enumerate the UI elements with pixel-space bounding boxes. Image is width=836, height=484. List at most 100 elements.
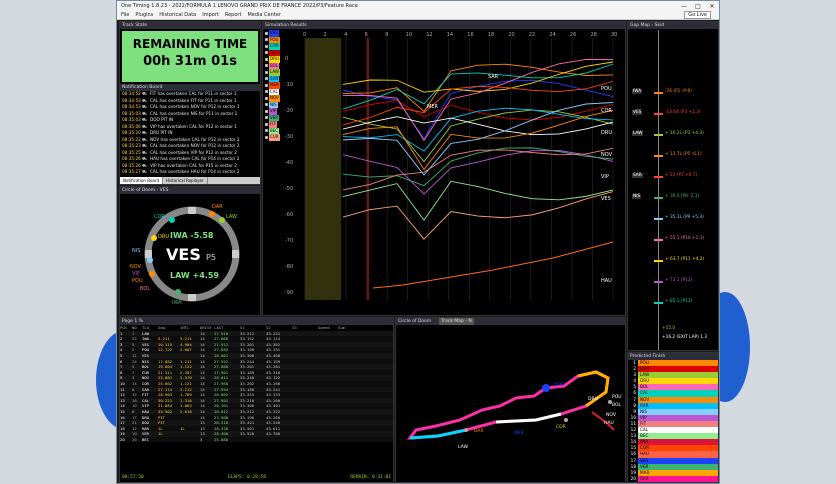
car-icon: ⛟ <box>142 169 148 174</box>
track-state-panel: Track State REMAINING TIME 00h 31m 01s N… <box>119 21 261 185</box>
legend-checkbox[interactable] <box>265 135 268 139</box>
track-map-tabs: Circle of Doom Track Map - N <box>396 318 625 325</box>
legend-checkbox[interactable] <box>265 44 268 48</box>
menu-import[interactable]: Import <box>202 12 219 18</box>
legend-item[interactable]: CUR <box>265 134 283 141</box>
x-tick-label: 22 <box>529 32 535 38</box>
table-cell: 20 <box>132 436 137 442</box>
doom-behind: LAW +4.59 <box>170 271 219 280</box>
track-label-hau: HAU <box>604 420 614 426</box>
title-bar: One Timing 1.8.23 - 2022/FORMULA 1 LENOV… <box>117 1 719 11</box>
legend-checkbox[interactable] <box>265 90 268 94</box>
legend-checkbox[interactable] <box>265 38 268 42</box>
x-tick-label: 30 <box>611 32 617 38</box>
series-end-label: COR <box>601 108 612 114</box>
gap-bottom-1: +15.0 <box>662 326 676 331</box>
tab-circle-of-doom[interactable]: Circle of Doom <box>398 318 431 325</box>
doom-tick-right <box>232 250 239 258</box>
gap-tick <box>654 134 663 136</box>
series-line <box>342 61 614 93</box>
legend-checkbox[interactable] <box>265 122 268 126</box>
timing-header: Page 1 % <box>120 318 393 325</box>
track-label-doo: DOO <box>554 382 565 388</box>
gap-driver-label: IWA <box>632 89 643 94</box>
tab-track-map[interactable]: Track Map - N <box>439 318 474 325</box>
legend-checkbox[interactable] <box>265 51 268 55</box>
menu-historical-data[interactable]: Historical Data <box>159 12 196 18</box>
predicted-finish-panel: Predicted Finish 1 POU 2 DOO 3 LAW 4 DRU 5 BOL 6 CA… <box>627 352 719 483</box>
legend-checkbox[interactable] <box>265 116 268 120</box>
table-row[interactable]: 20 20 BEC 3 25.888 <box>120 436 393 443</box>
legend-checkbox[interactable] <box>265 57 268 61</box>
gap-value: + 13.7L (P5 -6.1) <box>665 152 702 157</box>
x-tick-label: 0 <box>303 32 306 38</box>
menu-file[interactable]: File <box>121 12 129 18</box>
table-cell <box>240 437 266 443</box>
legend-checkbox[interactable] <box>265 129 268 133</box>
menu-plugins[interactable]: Plugins <box>135 12 153 18</box>
notification-text: CAL has overtaken HAU for P14 in sector … <box>150 169 240 174</box>
x-tick-label: 2 <box>324 32 327 38</box>
x-tick-label: 28 <box>590 32 596 38</box>
legend-checkbox[interactable] <box>265 77 268 81</box>
car-marker-cor <box>564 418 568 422</box>
doom-name-vip: VIP <box>132 271 140 277</box>
x-tick-label: 6 <box>365 32 368 38</box>
legend-code: CUR <box>269 134 280 141</box>
series-line <box>342 100 614 121</box>
gap-map-panel: Gap Map - Skid IWA -26 (P1 -9.8) VES -14.64… <box>627 21 719 351</box>
x-tick-label: 24 <box>549 32 555 38</box>
go-live-button[interactable]: Go Live <box>684 11 711 19</box>
doom-dot-law <box>219 217 225 223</box>
maximize-button[interactable]: □ <box>691 3 705 10</box>
legend-checkbox[interactable] <box>265 96 268 100</box>
tab-historical-replayer[interactable]: Historical Replayer <box>163 177 208 184</box>
gap-tick <box>654 113 663 115</box>
gap-tick <box>654 92 663 94</box>
legend-checkbox[interactable] <box>265 83 268 87</box>
x-tick-label: 26 <box>570 32 576 38</box>
menu-report[interactable]: Report <box>225 12 242 18</box>
timing-panel: Page 1 % POS NO TLA Gap INTL DRIVE LAST S1 S2 S3 S… <box>119 317 394 483</box>
column-header[interactable]: S3 <box>292 325 318 331</box>
y-tick-label: -10 <box>285 82 293 88</box>
doom-dot-nov <box>149 271 155 277</box>
column-header[interactable]: Speed <box>318 325 338 331</box>
track-segment-white <box>495 412 562 424</box>
close-button[interactable]: ✕ <box>705 3 719 10</box>
track-label-law: LAW <box>458 444 468 450</box>
x-tick-label: 20 <box>508 32 514 38</box>
series-line <box>342 150 614 195</box>
doom-tick-top <box>188 207 196 214</box>
legend-checkbox[interactable] <box>265 64 268 68</box>
tab-notification-board[interactable]: Notification Board <box>120 177 163 184</box>
series-mid-label: SAR <box>488 74 499 80</box>
menu-media-center[interactable]: Media Center <box>247 12 280 18</box>
window-title: One Timing 1.8.23 - 2022/FORMULA 1 LENOV… <box>121 3 358 9</box>
doom-name-bol: BOL <box>140 286 150 292</box>
timing-elapsed: ELAPS: 0:28:58 <box>228 475 266 480</box>
gap-tick <box>654 176 663 178</box>
minimize-button[interactable]: — <box>677 3 691 10</box>
doom-dot-cor <box>169 217 175 223</box>
series-mid-label: MER <box>427 104 438 110</box>
doom-name-pou: POU <box>132 278 143 284</box>
table-cell: 20 <box>120 436 125 442</box>
legend-checkbox[interactable] <box>265 31 268 35</box>
track-outline-pink <box>406 370 610 440</box>
y-tick-label: -30 <box>285 134 293 140</box>
gap-tick <box>654 260 663 262</box>
table-cell: 3 <box>200 436 203 442</box>
legend-checkbox[interactable] <box>265 103 268 107</box>
driver-legend: VES POU COR DOO DRU BOL LAW SAR MER CAL NOV NIS VIP V… <box>265 30 283 141</box>
legend-checkbox[interactable] <box>265 70 268 74</box>
gap-value: -14.64 (P2 +2.3) <box>665 110 701 115</box>
series-end-label: DRU <box>601 130 612 136</box>
column-header[interactable]: Sum <box>338 325 358 331</box>
series-line <box>342 147 614 191</box>
legend-checkbox[interactable] <box>265 109 268 113</box>
gap-value: + 85.1 (P13) <box>665 299 693 304</box>
menu-bar: File Plugins Historical Data Import Repo… <box>117 11 719 20</box>
gap-tick <box>654 197 663 199</box>
notification-board-header: Notification Board <box>120 84 260 91</box>
